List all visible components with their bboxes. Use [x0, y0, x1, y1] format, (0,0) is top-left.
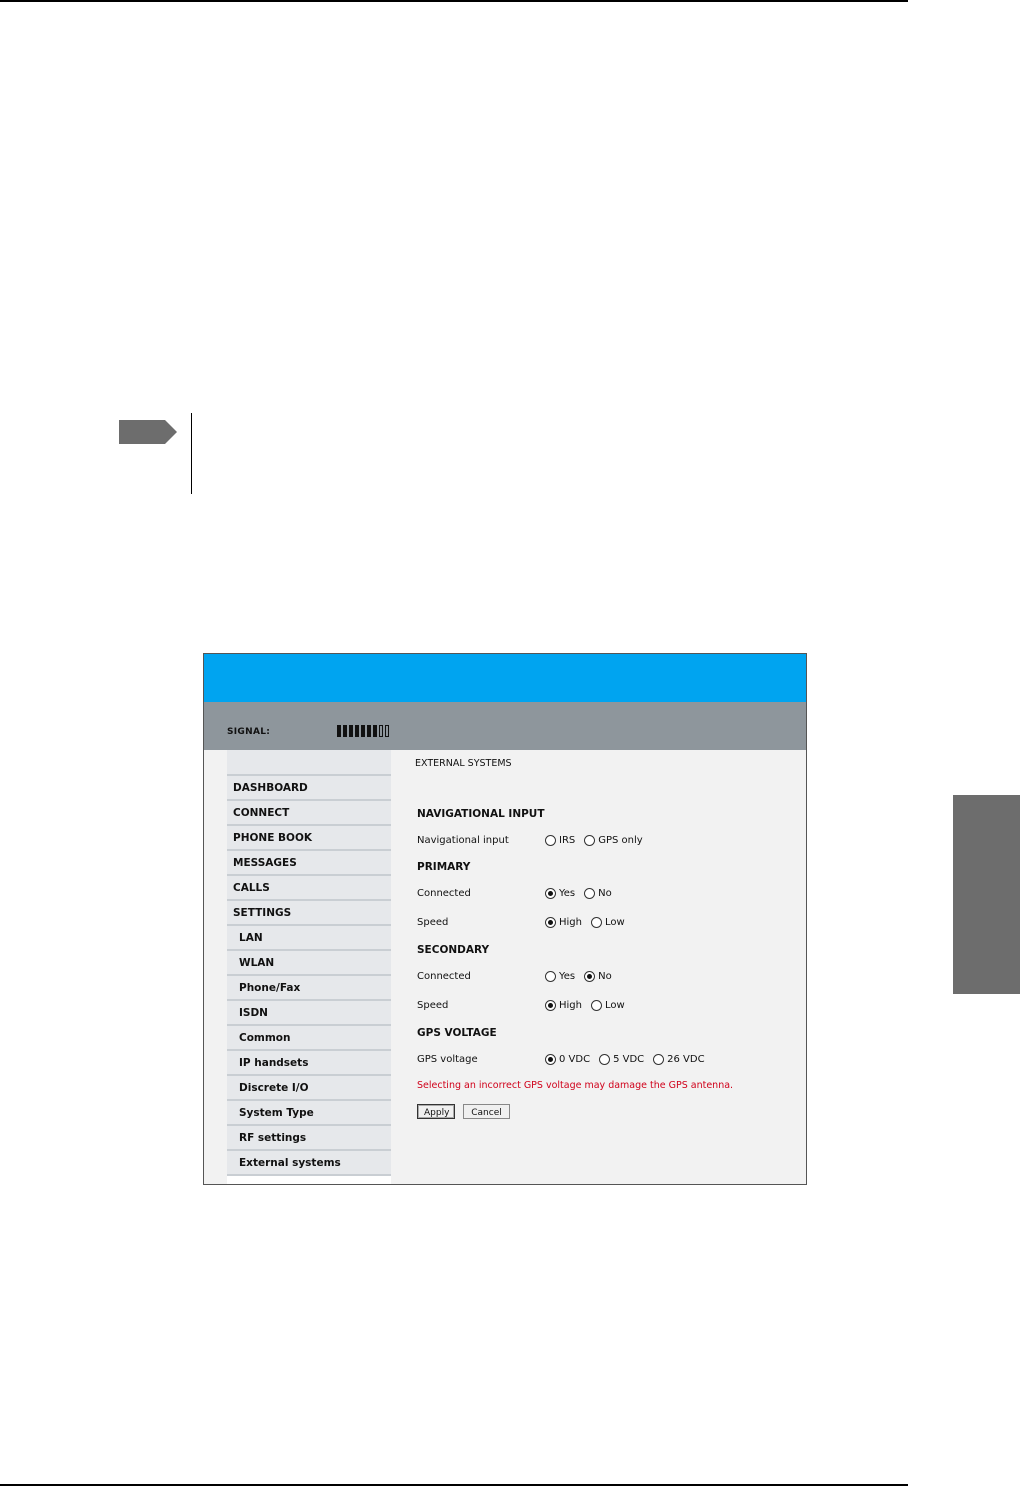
primary-connected-radio-group: Yes No — [545, 888, 621, 899]
radio-irs-label: IRS — [559, 835, 576, 846]
sidebar-item-rf-settings[interactable]: RF settings — [227, 1126, 391, 1151]
web-interface-screenshot: SIGNAL: DASHBOARD CONNECT PHONE BOOK MES… — [203, 653, 807, 1185]
radio-gps-26vdc-label: 26 VDC — [667, 1054, 705, 1065]
radio-primary-speed-high-dot[interactable] — [545, 917, 556, 928]
radio-primary-connected-no[interactable]: No — [584, 888, 612, 899]
radio-secondary-connected-no-dot[interactable] — [584, 971, 596, 982]
radio-primary-speed-low[interactable]: Low — [590, 917, 625, 928]
chapter-side-tab — [953, 795, 1020, 994]
radio-gps-5vdc[interactable]: 5 VDC — [599, 1054, 644, 1065]
radio-primary-connected-no-dot[interactable] — [584, 888, 596, 899]
secondary-connected-label: Connected — [417, 971, 471, 982]
radio-gps-0vdc-label: 0 VDC — [559, 1054, 591, 1065]
section-navigational-input: NAVIGATIONAL INPUT — [417, 808, 545, 820]
signal-bar — [373, 725, 377, 737]
page-top-rule — [0, 0, 908, 2]
radio-gps-only[interactable]: GPS only — [584, 835, 643, 846]
radio-primary-speed-low-label: Low — [604, 917, 625, 928]
radio-secondary-speed-high-dot[interactable] — [545, 1000, 556, 1011]
sidebar-item-wlan[interactable]: WLAN — [227, 951, 391, 976]
apply-button[interactable]: Apply — [417, 1104, 455, 1119]
primary-connected-label: Connected — [417, 888, 471, 899]
navigational-input-label: Navigational input — [417, 835, 509, 846]
signal-bar — [355, 725, 359, 737]
radio-gps-5vdc-dot[interactable] — [599, 1054, 611, 1065]
sidebar-item-ip-handsets[interactable]: IP handsets — [227, 1051, 391, 1076]
page-title: EXTERNAL SYSTEMS — [415, 758, 512, 769]
radio-primary-connected-no-label: No — [598, 888, 612, 899]
sidebar-item-dashboard[interactable]: DASHBOARD — [227, 776, 391, 801]
primary-speed-label: Speed — [417, 917, 449, 928]
signal-bar — [349, 725, 353, 737]
sidebar: DASHBOARD CONNECT PHONE BOOK MESSAGES CA… — [227, 750, 391, 1184]
radio-gps-5vdc-label: 5 VDC — [613, 1054, 645, 1065]
radio-secondary-speed-high-label: High — [559, 1000, 582, 1011]
radio-irs-dot[interactable] — [545, 835, 556, 846]
status-bar — [204, 702, 806, 750]
sidebar-item-messages[interactable]: MESSAGES — [227, 851, 391, 876]
radio-primary-speed-low-dot[interactable] — [590, 917, 602, 928]
secondary-speed-label: Speed — [417, 1000, 449, 1011]
radio-gps-26vdc-dot[interactable] — [653, 1054, 665, 1065]
sidebar-item-phone-fax[interactable]: Phone/Fax — [227, 976, 391, 1001]
radio-secondary-speed-low[interactable]: Low — [590, 1000, 625, 1011]
radio-primary-connected-yes-dot[interactable] — [545, 888, 556, 899]
signal-bar — [379, 725, 383, 737]
radio-gps-0vdc-dot[interactable] — [545, 1054, 556, 1065]
section-secondary: SECONDARY — [417, 944, 490, 956]
app-header — [204, 654, 806, 702]
radio-secondary-connected-yes-label: Yes — [559, 971, 576, 982]
sidebar-item-phone-book[interactable]: PHONE BOOK — [227, 826, 391, 851]
sidebar-item-connect[interactable]: CONNECT — [227, 801, 391, 826]
signal-bar — [385, 725, 389, 737]
radio-gps-only-dot[interactable] — [584, 835, 596, 846]
radio-secondary-connected-yes[interactable]: Yes — [545, 971, 575, 982]
sidebar-item-settings[interactable]: SETTINGS — [227, 901, 391, 926]
note-arrow-icon — [119, 420, 177, 444]
note-divider — [191, 413, 192, 494]
signal-bar — [367, 725, 371, 737]
page-bottom-rule — [0, 1484, 908, 1486]
signal-bar — [337, 725, 341, 737]
radio-gps-only-label: GPS only — [598, 835, 643, 846]
signal-strength-meter — [337, 725, 389, 738]
radio-secondary-connected-no-label: No — [598, 971, 612, 982]
radio-secondary-connected-no[interactable]: No — [584, 971, 612, 982]
sidebar-item-isdn[interactable]: ISDN — [227, 1001, 391, 1026]
sidebar-item-common[interactable]: Common — [227, 1026, 391, 1051]
gps-voltage-radio-group: 0 VDC 5 VDC 26 VDC — [545, 1054, 714, 1065]
cancel-button[interactable]: Cancel — [463, 1104, 510, 1119]
main-content: EXTERNAL SYSTEMS NAVIGATIONAL INPUT Navi… — [415, 750, 795, 1170]
signal-label: SIGNAL: — [227, 727, 271, 737]
radio-secondary-speed-low-dot[interactable] — [590, 1000, 602, 1011]
radio-primary-speed-high[interactable]: High — [545, 917, 582, 928]
sidebar-spacer — [227, 750, 391, 776]
radio-primary-connected-yes[interactable]: Yes — [545, 888, 575, 899]
radio-secondary-speed-low-label: Low — [604, 1000, 625, 1011]
sidebar-item-calls[interactable]: CALLS — [227, 876, 391, 901]
radio-gps-0vdc[interactable]: 0 VDC — [545, 1054, 590, 1065]
gps-voltage-label: GPS voltage — [417, 1054, 478, 1065]
radio-irs[interactable]: IRS — [545, 835, 575, 846]
signal-bar — [343, 725, 347, 737]
radio-primary-connected-yes-label: Yes — [559, 888, 576, 899]
secondary-connected-radio-group: Yes No — [545, 971, 621, 982]
gps-voltage-warning: Selecting an incorrect GPS voltage may d… — [417, 1080, 734, 1091]
navigational-input-radio-group: IRS GPS only — [545, 835, 652, 846]
sidebar-item-discrete-io[interactable]: Discrete I/O — [227, 1076, 391, 1101]
secondary-speed-radio-group: High Low — [545, 1000, 634, 1011]
section-gps-voltage: GPS VOLTAGE — [417, 1027, 497, 1039]
radio-gps-26vdc[interactable]: 26 VDC — [653, 1054, 705, 1065]
sidebar-item-lan[interactable]: LAN — [227, 926, 391, 951]
radio-primary-speed-high-label: High — [559, 917, 582, 928]
signal-bar — [361, 725, 365, 737]
sidebar-item-system-type[interactable]: System Type — [227, 1101, 391, 1126]
section-primary: PRIMARY — [417, 861, 471, 873]
primary-speed-radio-group: High Low — [545, 917, 634, 928]
radio-secondary-speed-high[interactable]: High — [545, 1000, 582, 1011]
radio-secondary-connected-yes-dot[interactable] — [545, 971, 556, 982]
sidebar-item-external-systems[interactable]: External systems — [227, 1151, 391, 1176]
